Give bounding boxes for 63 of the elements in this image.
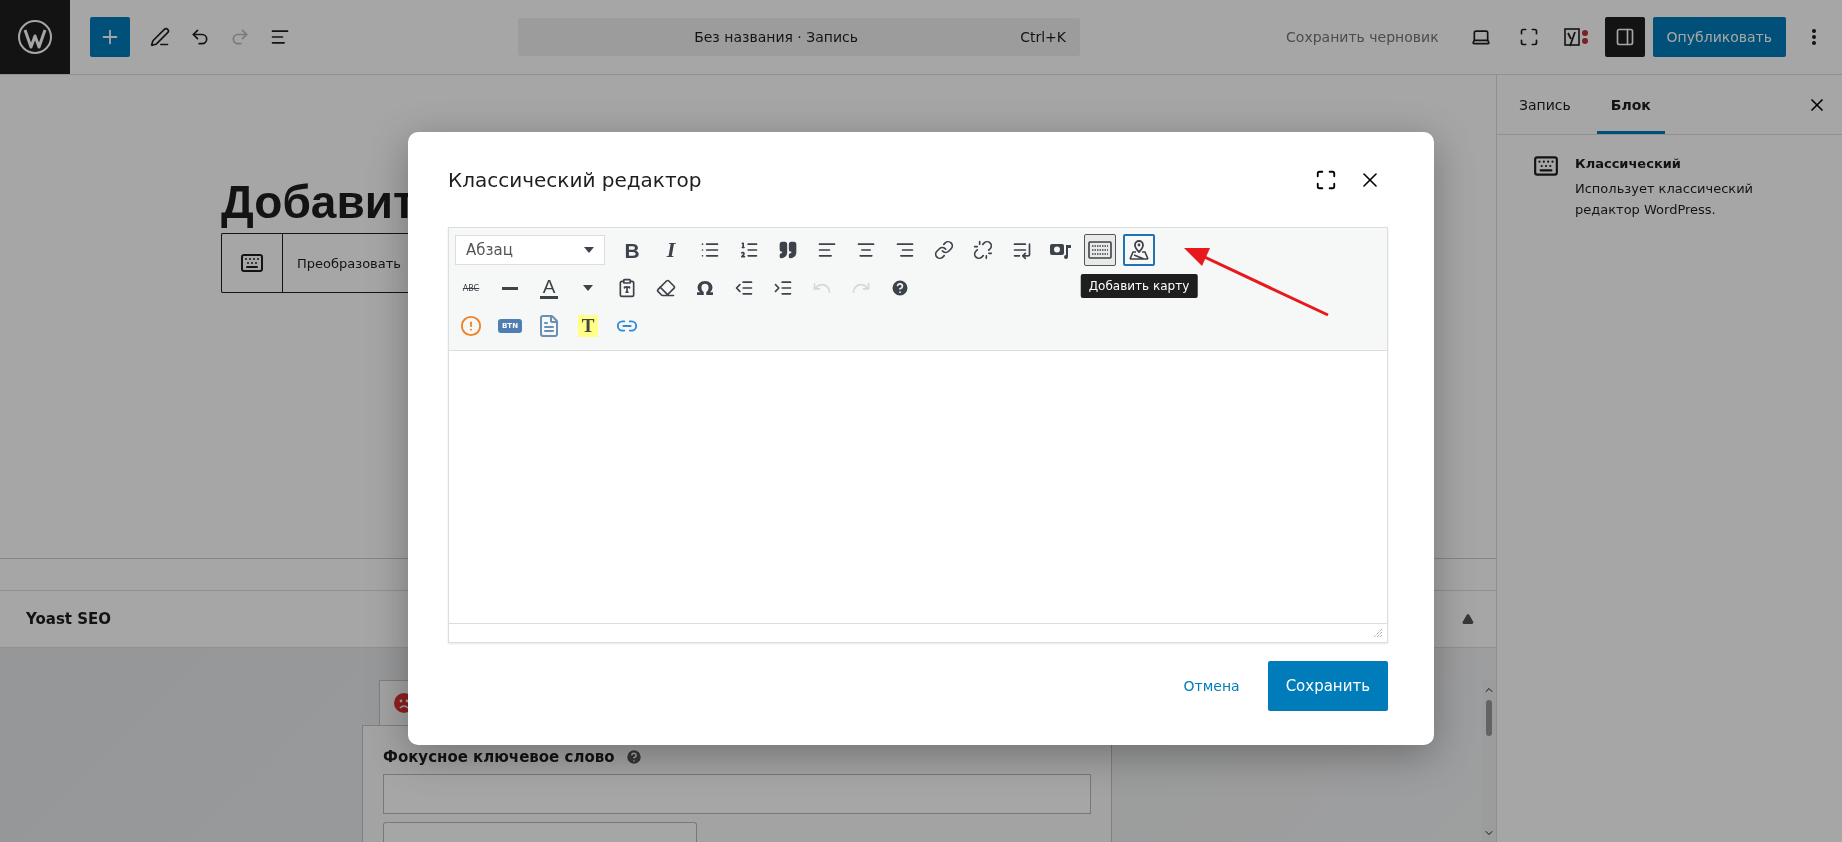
expand-icon: [1518, 27, 1539, 47]
document-title: Без названия · Запись: [693, 29, 860, 45]
keyboard-icon: [240, 251, 264, 275]
block-description: Использует классический редактор WordPress.: [1575, 180, 1755, 219]
fullscreen-icon: [1315, 168, 1337, 191]
bold-button[interactable]: B: [616, 234, 648, 266]
read-more-icon: [1012, 240, 1032, 260]
keyboard-panel-icon: [1088, 240, 1112, 260]
kitchensink-button[interactable]: [1084, 234, 1116, 266]
align-center-icon: [856, 240, 876, 260]
keyword-field[interactable]: [383, 774, 1091, 814]
align-right-icon: [895, 240, 915, 260]
special-character-button[interactable]: Ω: [689, 272, 721, 304]
pen-icon: [150, 27, 170, 47]
highlight-button[interactable]: T: [572, 310, 604, 342]
metabox-title: Yoast SEO: [26, 610, 112, 628]
indent-icon: [773, 278, 793, 298]
cancel-link[interactable]: Отмена: [1177, 677, 1246, 695]
numbered-list-icon: [739, 240, 759, 260]
yoast-icon: [1562, 26, 1591, 48]
help-icon: [890, 278, 910, 298]
field-label: Фокусное ключевое слово: [383, 748, 615, 766]
publish-button[interactable]: Опубликовать: [1652, 17, 1786, 57]
settings-sidebar-button[interactable]: [1604, 17, 1645, 57]
bullet-list-icon: [700, 240, 720, 260]
more-icon: [1812, 29, 1816, 45]
shortcut-hint: Ctrl+K: [1020, 29, 1066, 45]
add-block-button[interactable]: [90, 17, 130, 57]
map-pin-icon: [1127, 239, 1151, 261]
outdent-icon: [734, 278, 754, 298]
wordpress-logo-icon: [17, 19, 53, 55]
eraser-icon: [656, 278, 676, 298]
logo-tile[interactable]: [0, 0, 70, 74]
link-icon: [934, 240, 954, 260]
undo-icon: [190, 27, 210, 47]
strikethrough-button[interactable]: ABC: [455, 272, 487, 304]
document-icon: [537, 314, 561, 338]
align-left-icon: [817, 240, 837, 260]
save-button[interactable]: Сохранить: [1267, 661, 1388, 711]
unlink-icon: [973, 240, 993, 260]
list-view-icon: [270, 27, 290, 47]
alert-icon: [460, 315, 482, 337]
help-icon[interactable]: [624, 748, 643, 766]
clipboard-icon: [617, 278, 637, 298]
italic-button[interactable]: I: [655, 234, 687, 266]
quote-icon: [778, 240, 798, 260]
collapse-icon: [1462, 613, 1474, 625]
sidebar-tab[interactable]: Блок: [1596, 75, 1665, 134]
sidebar-icon: [1614, 27, 1635, 47]
format-select[interactable]: Абзац: [455, 235, 605, 265]
save-draft-button[interactable]: Сохранить черновик: [1272, 17, 1453, 57]
block-name: Классический: [1575, 156, 1682, 171]
resize-handle-icon: [1373, 628, 1383, 638]
modal-title: Классический редактор: [448, 167, 703, 192]
sidebar-tab[interactable]: Запись: [1505, 75, 1585, 134]
laptop-icon: [1470, 27, 1491, 47]
command-bar[interactable]: Без названия · Запись Ctrl+K: [518, 18, 1080, 56]
keyboard-icon: [1533, 153, 1559, 179]
text-color-button[interactable]: A: [533, 272, 565, 304]
transform-button[interactable]: Преобразовать: [283, 234, 401, 292]
tooltip: Добавить карту: [1080, 274, 1198, 298]
scrollbar-thumb[interactable]: [1486, 700, 1492, 736]
redo-icon: [230, 27, 250, 47]
